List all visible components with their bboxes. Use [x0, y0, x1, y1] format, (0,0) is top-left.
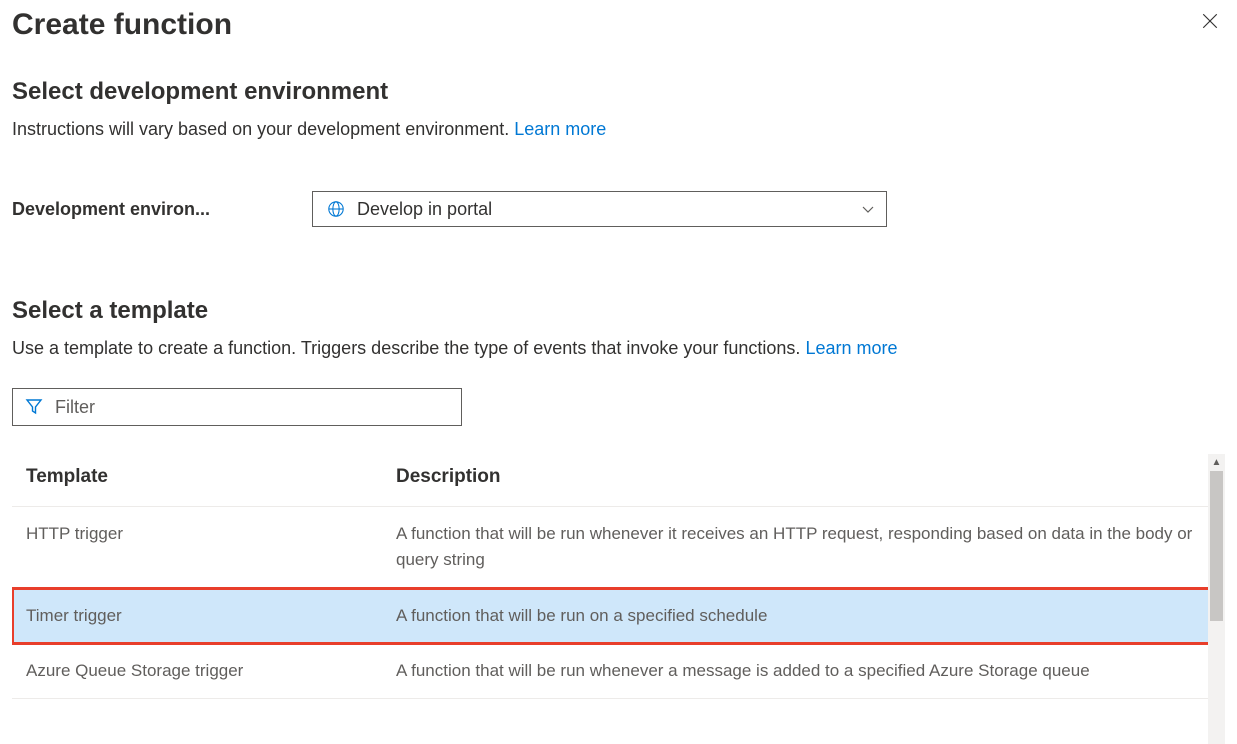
- template-section-heading: Select a template: [12, 297, 1225, 325]
- template-description: A function that will be run on a specifi…: [382, 588, 1213, 643]
- page-title: Create function: [12, 8, 232, 42]
- filter-input[interactable]: [55, 397, 449, 418]
- chevron-down-icon: [860, 201, 876, 217]
- table-header-template[interactable]: Template: [12, 454, 382, 507]
- template-section-subtext: Use a template to create a function. Tri…: [12, 335, 1225, 362]
- template-name: Azure Queue Storage trigger: [12, 644, 382, 699]
- env-field-label: Development environ...: [12, 199, 312, 220]
- scrollbar-thumb[interactable]: [1210, 471, 1223, 621]
- env-instructions-text: Instructions will vary based on your dev…: [12, 119, 514, 139]
- scrollbar[interactable]: ▲: [1208, 454, 1225, 744]
- template-description: A function that will be run whenever it …: [382, 507, 1213, 589]
- filter-icon: [25, 398, 43, 416]
- filter-box[interactable]: [12, 388, 462, 426]
- close-icon: [1201, 12, 1219, 30]
- globe-icon: [327, 200, 345, 218]
- scrollbar-up-arrow-icon[interactable]: ▲: [1208, 454, 1225, 471]
- template-instructions-text: Use a template to create a function. Tri…: [12, 338, 805, 358]
- env-section-heading: Select development environment: [12, 78, 1225, 106]
- table-row[interactable]: HTTP trigger A function that will be run…: [12, 507, 1213, 589]
- template-name: HTTP trigger: [12, 507, 382, 589]
- dropdown-selected-value: Develop in portal: [357, 199, 492, 220]
- table-row[interactable]: Timer trigger A function that will be ru…: [12, 588, 1213, 643]
- template-description: A function that will be run whenever a m…: [382, 644, 1213, 699]
- env-section-subtext: Instructions will vary based on your dev…: [12, 116, 1225, 143]
- template-name: Timer trigger: [12, 588, 382, 643]
- table-row[interactable]: Azure Queue Storage trigger A function t…: [12, 644, 1213, 699]
- close-button[interactable]: [1195, 8, 1225, 38]
- development-environment-dropdown[interactable]: Develop in portal: [312, 191, 887, 227]
- table-header-description[interactable]: Description: [382, 454, 1213, 507]
- env-learn-more-link[interactable]: Learn more: [514, 119, 606, 139]
- template-learn-more-link[interactable]: Learn more: [805, 338, 897, 358]
- template-table: Template Description HTTP trigger A func…: [12, 454, 1213, 699]
